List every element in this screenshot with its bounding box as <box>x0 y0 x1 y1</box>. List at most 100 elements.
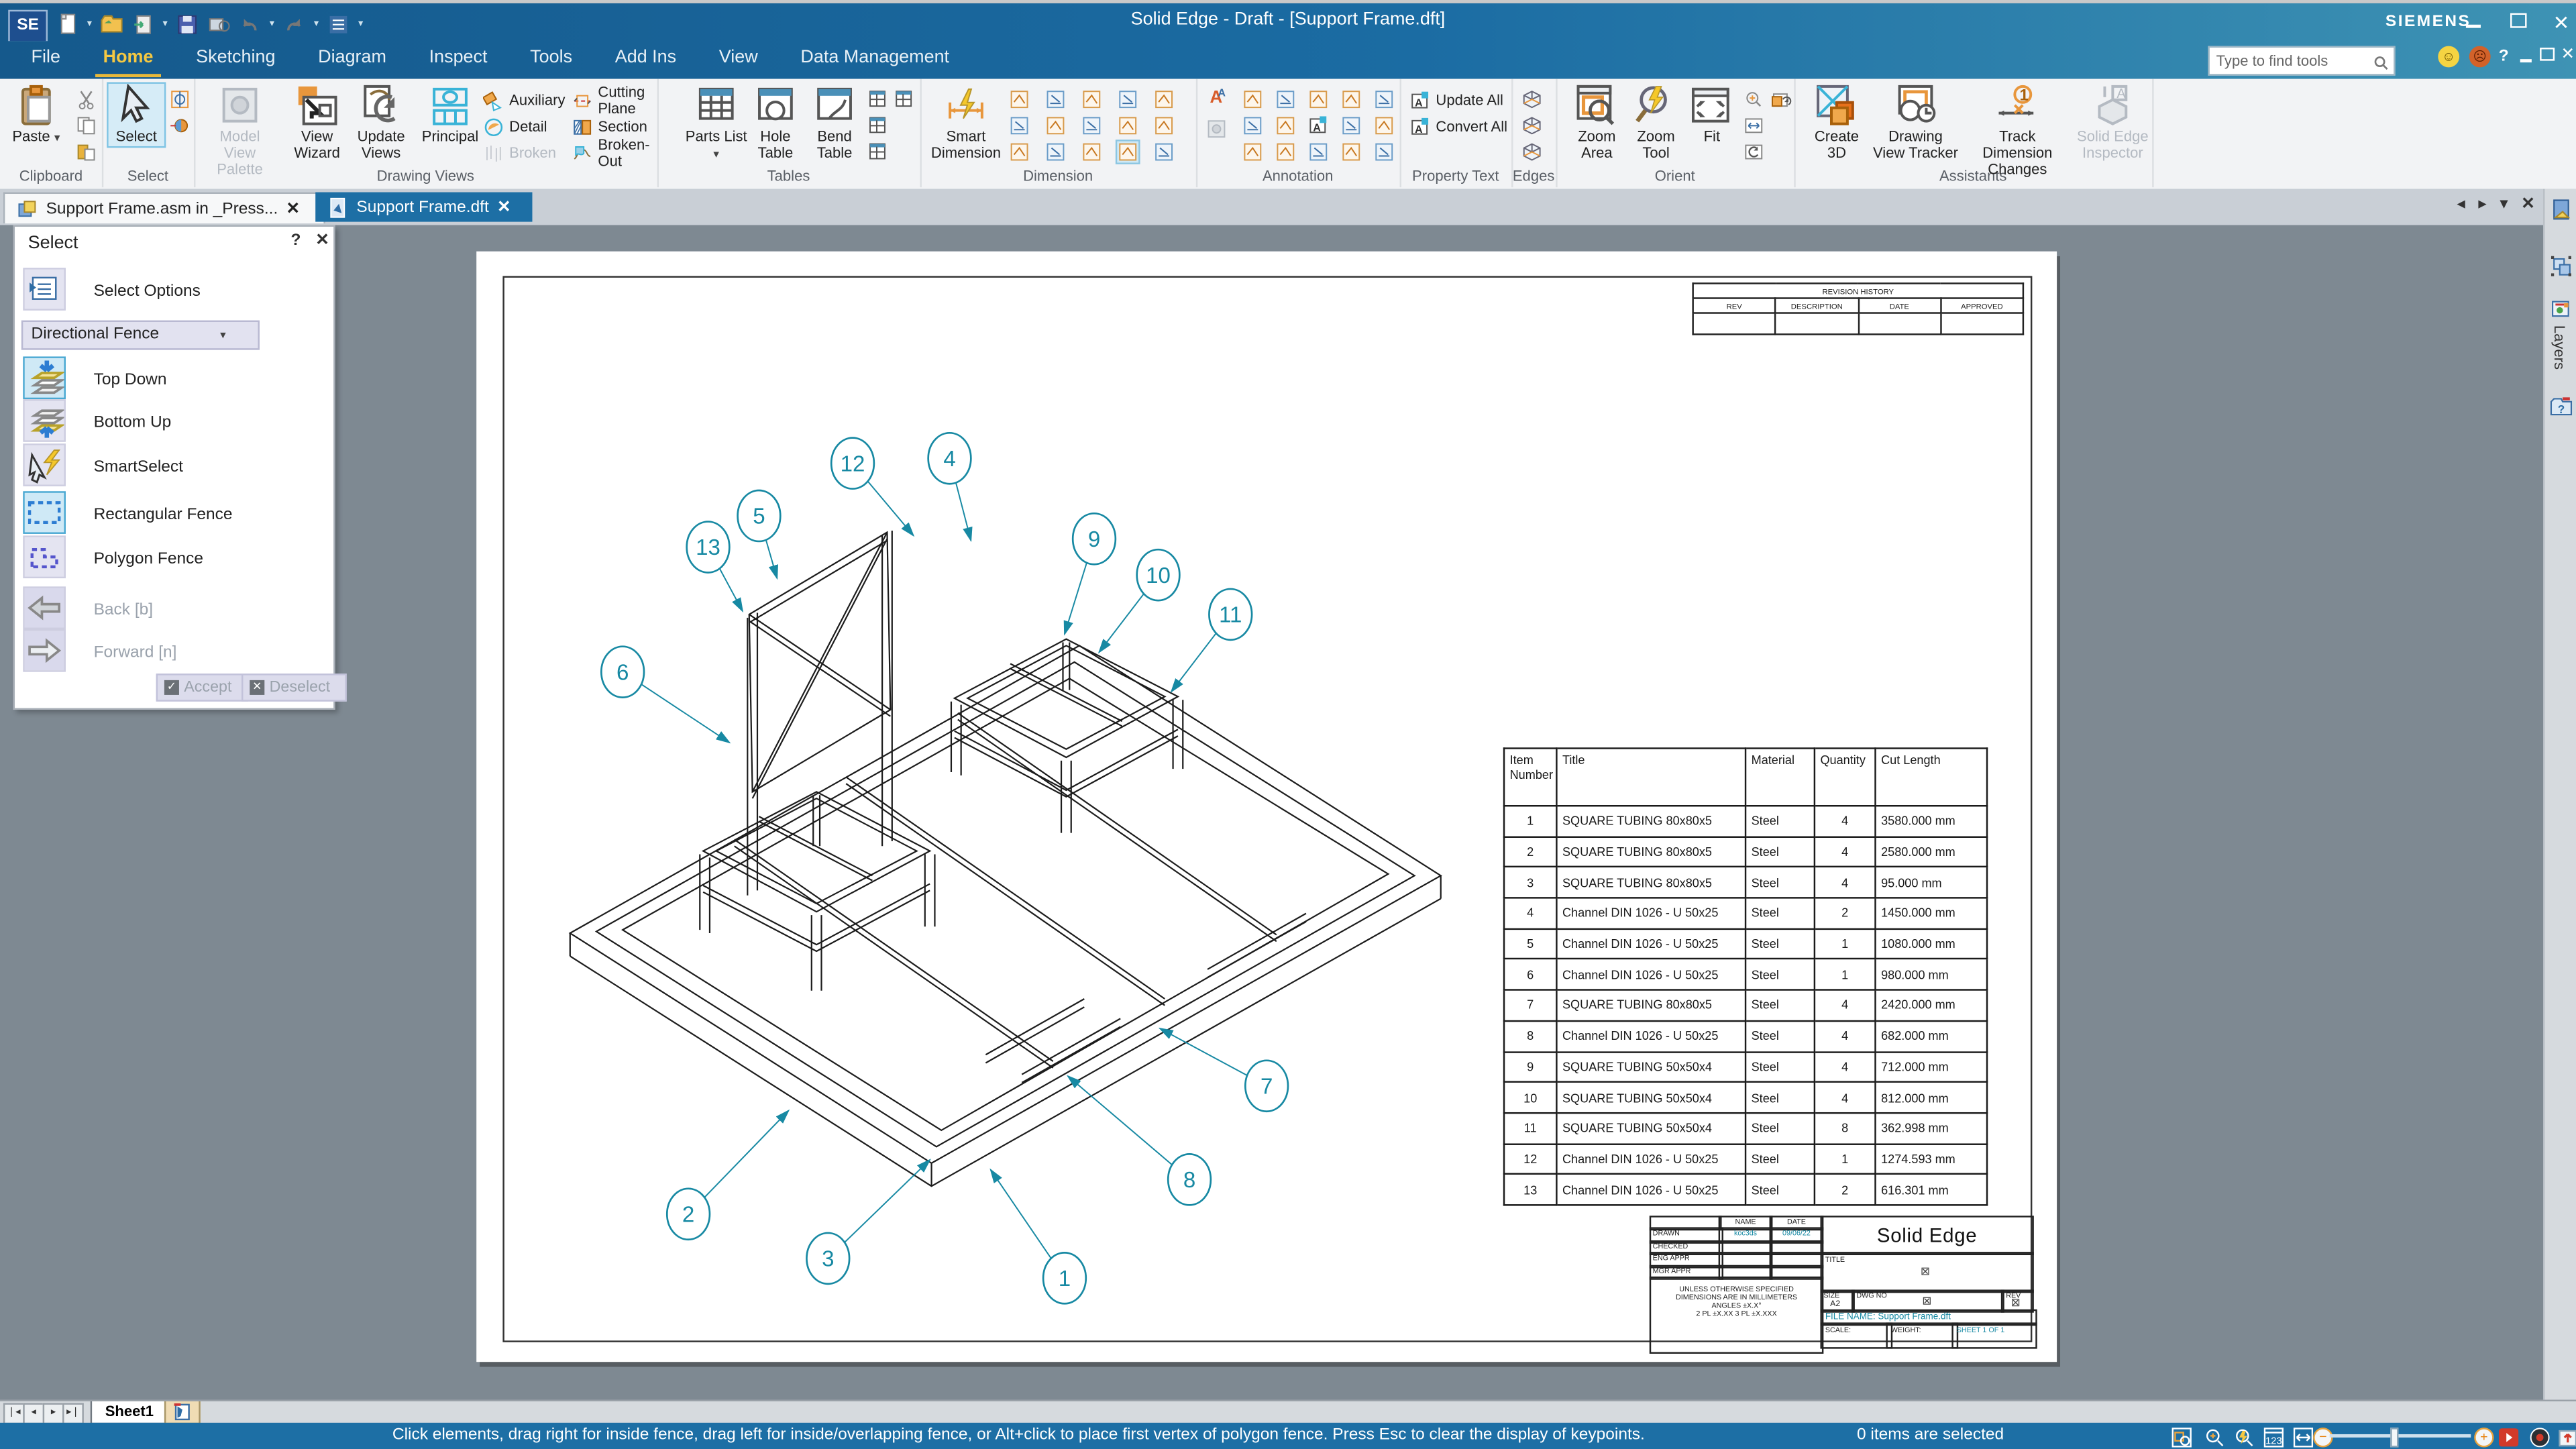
fit-button[interactable]: Fit <box>1687 84 1736 146</box>
panel-close-icon[interactable]: ✕ <box>315 231 329 250</box>
layers-panel-icon[interactable] <box>2550 297 2573 320</box>
copy-button[interactable] <box>76 115 97 136</box>
dimension-tool-7-button[interactable] <box>1045 115 1067 136</box>
annotation-tool-12-button[interactable] <box>1275 142 1296 163</box>
shaded-edges-button[interactable] <box>1521 89 1543 110</box>
auxiliary-button[interactable]: Auxiliary <box>483 89 568 111</box>
dimension-tool-12-button[interactable] <box>1045 142 1067 163</box>
option-label-top-down[interactable]: Top Down <box>94 371 167 389</box>
tab-support-frame-asm[interactable]: Support Frame.asm in _Press... ✕ <box>3 193 325 224</box>
parts-list-row[interactable]: 11SQUARE TUBING 50x50x4Steel8362.998 mm <box>1504 1113 1987 1144</box>
zoom-status-icon[interactable] <box>2205 1426 2224 1446</box>
model-view-palette-button[interactable]: Model View Palette <box>204 84 276 178</box>
ribbon-tab-tools[interactable]: Tools <box>508 41 594 78</box>
update-window-button[interactable] <box>1771 89 1792 110</box>
tab-close-icon[interactable]: ✕ <box>286 200 301 218</box>
tab-support-frame-dft[interactable]: Support Frame.dft ✕ <box>315 193 532 222</box>
dimension-tool-6-button[interactable] <box>1009 115 1030 136</box>
dimension-tool-3-button[interactable] <box>1081 89 1102 110</box>
option-label-smartselect[interactable]: SmartSelect <box>94 458 183 476</box>
dimension-tool-10-button[interactable] <box>1153 115 1175 136</box>
annotation-tool-14-button[interactable] <box>1340 142 1362 163</box>
search-input[interactable]: Type to find tools <box>2208 46 2395 76</box>
panel-help-icon[interactable]: ? <box>290 231 301 250</box>
annotation-tool-1-button[interactable] <box>1242 89 1263 110</box>
ribbon-tab-data-management[interactable]: Data Management <box>780 41 971 78</box>
dimension-tool-15-button[interactable] <box>1153 142 1175 163</box>
smart-dimension-button[interactable]: Smart Dimension <box>930 84 1002 162</box>
zoom-area-button[interactable]: Zoom Area <box>1569 84 1625 162</box>
create-3d-button[interactable]: Create 3D <box>1807 84 1866 162</box>
ribbon-tab-diagram[interactable]: Diagram <box>297 41 407 78</box>
smart-select-icon[interactable] <box>25 445 64 485</box>
option-label-rectangular-fence[interactable]: Rectangular Fence <box>94 506 233 524</box>
zoom-tool-button[interactable]: Zoom Tool <box>1628 84 1684 162</box>
table-tool-1-button[interactable] <box>867 89 889 110</box>
restore-button[interactable] <box>2507 13 2530 33</box>
table-tool-2-button[interactable] <box>894 89 915 110</box>
select-button[interactable]: Select <box>109 84 164 146</box>
annotation-tool-8-button[interactable]: A <box>1307 115 1329 136</box>
ribbon-tab-view[interactable]: View <box>698 41 780 78</box>
library-panel-icon[interactable] <box>2550 199 2573 221</box>
dimension-tool-8-button[interactable] <box>1081 115 1102 136</box>
fit-status-icon[interactable] <box>2294 1426 2313 1446</box>
annotation-tool-2-button[interactable] <box>1275 89 1296 110</box>
parts-list-row[interactable]: 8Channel DIN 1026 - U 50x25Steel4682.000… <box>1504 1021 1987 1052</box>
annotation-tool-9-button[interactable] <box>1340 115 1362 136</box>
polygon-fence-icon[interactable] <box>25 537 64 577</box>
annotation-tool-4-button[interactable] <box>1340 89 1362 110</box>
annotation-tool-15-button[interactable] <box>1373 142 1395 163</box>
zoom-tool-status-icon[interactable] <box>2235 1426 2254 1446</box>
tab-bar-close-icon[interactable]: ✕ <box>2521 195 2535 213</box>
parts-list-row[interactable]: 2SQUARE TUBING 80x80x5Steel42580.000 mm <box>1504 837 1987 867</box>
paste-options-button[interactable] <box>76 142 97 163</box>
tab-list-icon[interactable]: ▾ <box>2500 195 2508 213</box>
solid-edge-inspector-button[interactable]: ASolid Edge Inspector <box>2077 84 2149 162</box>
feedback-sad-icon[interactable]: ☹ <box>2469 46 2491 68</box>
text-profile-button[interactable] <box>1206 118 1228 140</box>
zoom-area-status-icon[interactable] <box>2172 1426 2192 1446</box>
parts-list-row[interactable]: 1SQUARE TUBING 80x80x5Steel43580.000 mm <box>1504 806 1987 837</box>
section-button[interactable]: Section <box>572 115 657 138</box>
principal-button[interactable]: Principal <box>417 84 483 146</box>
layers-top-down-icon[interactable] <box>25 358 64 398</box>
parts-list-table[interactable]: Item NumberTitleMaterialQuantityCut Leng… <box>1503 747 1988 1205</box>
visible-edges-button[interactable] <box>1521 115 1543 136</box>
fence-mode-dropdown[interactable]: Directional Fence <box>21 321 260 350</box>
parts-list-button[interactable]: Parts List <box>684 84 749 162</box>
tab-scroll-right-icon[interactable]: ▸ <box>2478 195 2486 213</box>
track-dimension-changes-button[interactable]: 1Track Dimension Changes <box>1965 84 2070 178</box>
parts-list-row[interactable]: 12Channel DIN 1026 - U 50x25Steel11274.5… <box>1504 1144 1987 1175</box>
option-label-back-b-[interactable]: Back [b] <box>94 601 154 619</box>
rectangular-fence-icon[interactable] <box>25 493 64 533</box>
select-set-panel-icon[interactable] <box>2550 255 2573 278</box>
dimension-tool-5-button[interactable] <box>1153 89 1175 110</box>
minimize-button[interactable] <box>2461 15 2484 33</box>
dimension-tool-14-button[interactable] <box>1117 142 1138 163</box>
table-tool-4-button[interactable] <box>867 142 889 163</box>
annotation-tool-13-button[interactable] <box>1307 142 1329 163</box>
ribbon-tab-home[interactable]: Home <box>82 41 175 78</box>
option-label-bottom-up[interactable]: Bottom Up <box>94 414 172 432</box>
ribbon-tab-add-ins[interactable]: Add Ins <box>594 41 698 78</box>
convert-all-button[interactable]: AConvert All <box>1409 115 1508 138</box>
parts-list-row[interactable]: 3SQUARE TUBING 80x80x5Steel495.000 mm <box>1504 867 1987 898</box>
dimension-tool-9-button[interactable] <box>1117 115 1138 136</box>
annotation-tool-10-button[interactable] <box>1373 115 1395 136</box>
dimension-tool-4-button[interactable] <box>1117 89 1138 110</box>
zoom-plus-button[interactable] <box>1743 89 1764 110</box>
forward-arrow-icon[interactable] <box>25 631 64 670</box>
cut-button[interactable] <box>76 89 97 110</box>
parts-list-row[interactable]: 4Channel DIN 1026 - U 50x25Steel21450.00… <box>1504 898 1987 929</box>
tab-scroll-left-icon[interactable]: ◂ <box>2457 195 2465 213</box>
layers-bottom-up-icon[interactable] <box>25 401 64 441</box>
doc-restore-button[interactable] <box>2538 48 2555 66</box>
dimension-tool-2-button[interactable] <box>1045 89 1067 110</box>
drawing-sheet[interactable]: 12451391011678231 REVISION HISTORY REVDE… <box>476 252 2057 1362</box>
dimension-tool-13-button[interactable] <box>1081 142 1102 163</box>
annotation-tool-7-button[interactable] <box>1275 115 1296 136</box>
parts-list-row[interactable]: 13Channel DIN 1026 - U 50x25Steel2616.30… <box>1504 1174 1987 1205</box>
broken-button[interactable]: Broken <box>483 142 568 164</box>
edge-painter-button[interactable] <box>1521 142 1543 163</box>
